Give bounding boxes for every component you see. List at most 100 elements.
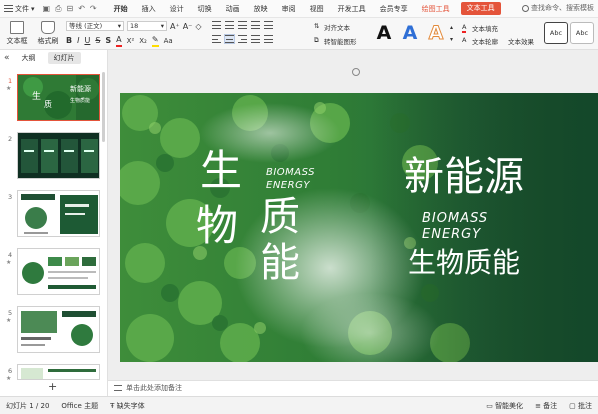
smart-beautify-button[interactable]: ▭ 智能美化	[480, 401, 529, 411]
chevron-down-icon[interactable]: ▾	[450, 36, 453, 43]
notes-toggle-button[interactable]: ≡ 备注	[529, 401, 563, 411]
theme-name[interactable]: Office 主题	[55, 401, 104, 411]
undo-icon[interactable]: ↶	[78, 4, 85, 14]
slide-thumbnail-6[interactable]: 6 ★	[0, 364, 104, 380]
grow-font-icon[interactable]: A⁺	[170, 22, 180, 31]
slide-thumbnail-2[interactable]: 2	[0, 132, 104, 180]
align-left-icon[interactable]	[212, 35, 221, 43]
tab-insert[interactable]: 插入	[135, 0, 163, 18]
tab-animation[interactable]: 动画	[219, 0, 247, 18]
line-spacing-icon[interactable]	[264, 21, 273, 29]
decrease-indent-icon[interactable]	[238, 21, 247, 29]
tab-drawing-tools[interactable]: 绘图工具	[415, 0, 457, 18]
align-center-icon[interactable]	[224, 34, 235, 44]
chevron-down-icon: ▾	[160, 22, 164, 30]
tab-developer[interactable]: 开发工具	[331, 0, 373, 18]
font-size-select[interactable]: 18 ▾	[127, 21, 167, 31]
format-painter-button[interactable]: 格式刷	[34, 21, 62, 46]
quick-access: ▣ ⎙ ⊟ ↶ ↷	[39, 4, 101, 14]
shape-style-1[interactable]: Abc	[544, 22, 568, 44]
slide-number: 1	[8, 77, 13, 85]
file-menu-label: 文件	[15, 4, 29, 13]
font-name-select[interactable]: 等线 (正文) ▾	[66, 21, 124, 31]
notes-pane[interactable]: 单击此处添加备注	[108, 380, 598, 396]
comments-button[interactable]: ▢ 批注	[563, 401, 598, 411]
collapse-icon[interactable]: «	[4, 53, 10, 63]
tab-home[interactable]: 开始	[107, 0, 135, 18]
align-text-button[interactable]: 对齐文本	[324, 22, 350, 32]
export-icon[interactable]: ⎙	[55, 4, 61, 14]
tab-slides[interactable]: 幻灯片	[47, 52, 81, 64]
change-case-icon[interactable]: Aa	[164, 36, 173, 46]
text-fill-icon: A	[462, 23, 467, 33]
file-menu[interactable]: 文件 ▾	[0, 0, 39, 18]
numbering-icon[interactable]	[225, 21, 234, 29]
slide-1[interactable]: 生 物 质 能 BIOMASS ENERGY 新能源 BIOMASS ENERG…	[120, 93, 598, 362]
search-placeholder: 查找命令、搜索模板	[531, 4, 594, 12]
highlight-icon[interactable]: ✎	[151, 35, 159, 47]
strikethrough-icon[interactable]: S	[95, 36, 100, 46]
add-slide-button[interactable]: +	[48, 380, 57, 393]
forest-background-image	[120, 93, 598, 362]
tab-member[interactable]: 会员专享	[373, 0, 415, 18]
search-box[interactable]: 查找命令、搜索模板	[522, 3, 594, 13]
bold-icon[interactable]: B	[66, 36, 72, 46]
missing-font-button[interactable]: Ŧ 缺失字体	[104, 401, 151, 411]
subscript-icon[interactable]: X₂	[139, 36, 147, 46]
rotate-handle[interactable]	[352, 68, 360, 76]
tab-view[interactable]: 视图	[303, 0, 331, 18]
biomass-small-label: BIOMASS	[266, 167, 315, 178]
tab-text-tools[interactable]: 文本工具	[460, 2, 501, 15]
slide-thumbnail-3[interactable]: 3	[0, 190, 104, 238]
textbox-label: 文本框	[6, 37, 28, 45]
thumbnail-image	[17, 364, 100, 380]
shadow-icon[interactable]: S	[105, 36, 111, 46]
convert-smartart-button[interactable]: 转智能图形	[324, 36, 357, 46]
textbox-icon	[10, 21, 24, 34]
animation-star-icon: ★	[6, 259, 12, 266]
shape-style-2[interactable]: Abc	[570, 22, 594, 44]
shrink-font-icon[interactable]: A⁻	[183, 22, 193, 31]
thumbnail-image	[17, 190, 100, 237]
text-style-black[interactable]: A	[372, 20, 396, 46]
text-style-blue[interactable]: A	[398, 20, 422, 46]
slide-thumbnail-5[interactable]: 5 ★	[0, 306, 104, 354]
textbox-button[interactable]: 文本框	[3, 21, 31, 46]
tab-design[interactable]: 设计	[163, 0, 191, 18]
align-right-icon[interactable]	[238, 35, 247, 43]
tab-slideshow[interactable]: 放映	[247, 0, 275, 18]
missing-font-label: 缺失字体	[116, 401, 145, 410]
clear-format-icon[interactable]: ◇	[195, 22, 201, 31]
increase-indent-icon[interactable]	[251, 21, 260, 29]
font-color-icon[interactable]: A	[116, 35, 122, 47]
slide-title: 新能源	[404, 154, 524, 200]
slide-counter: 幻灯片 1 / 20	[6, 401, 50, 410]
text-outline-button[interactable]: 文本轮廓	[472, 36, 498, 46]
tab-transition[interactable]: 切换	[191, 0, 219, 18]
svg-text:新能源: 新能源	[70, 84, 91, 93]
underline-icon[interactable]: U	[84, 36, 90, 46]
slide-thumbnail-4[interactable]: 4 ★	[0, 248, 104, 296]
bullets-icon[interactable]	[212, 21, 221, 29]
chevron-up-icon[interactable]: ▴	[450, 24, 453, 31]
text-effect-button[interactable]: 文本效果	[508, 36, 534, 46]
italic-icon[interactable]: I	[77, 36, 79, 46]
superscript-icon[interactable]: X²	[127, 36, 135, 46]
chevron-down-icon: ▾	[31, 4, 35, 13]
distribute-icon[interactable]	[264, 35, 273, 43]
comments-label: 批注	[578, 401, 592, 410]
justify-icon[interactable]	[251, 35, 260, 43]
hamburger-icon	[4, 5, 13, 12]
save-icon[interactable]: ▣	[43, 4, 51, 14]
slide-thumbnail-1[interactable]: 1 ★ 生 质 新能源 生物质能	[0, 74, 104, 122]
text-direction-icon[interactable]: ⇅	[314, 22, 319, 30]
redo-icon[interactable]: ↷	[90, 4, 97, 14]
tab-review[interactable]: 审阅	[275, 0, 303, 18]
tab-outline[interactable]: 大纲	[16, 52, 42, 64]
slide-number: 4	[8, 251, 13, 259]
text-fill-button[interactable]: 文本填充	[472, 23, 498, 33]
print-icon[interactable]: ⊟	[66, 4, 73, 14]
text-style-orange-outline[interactable]: A	[424, 20, 448, 46]
font-name-value: 等线 (正文)	[69, 22, 103, 30]
text-outline-icon: A	[462, 36, 467, 44]
